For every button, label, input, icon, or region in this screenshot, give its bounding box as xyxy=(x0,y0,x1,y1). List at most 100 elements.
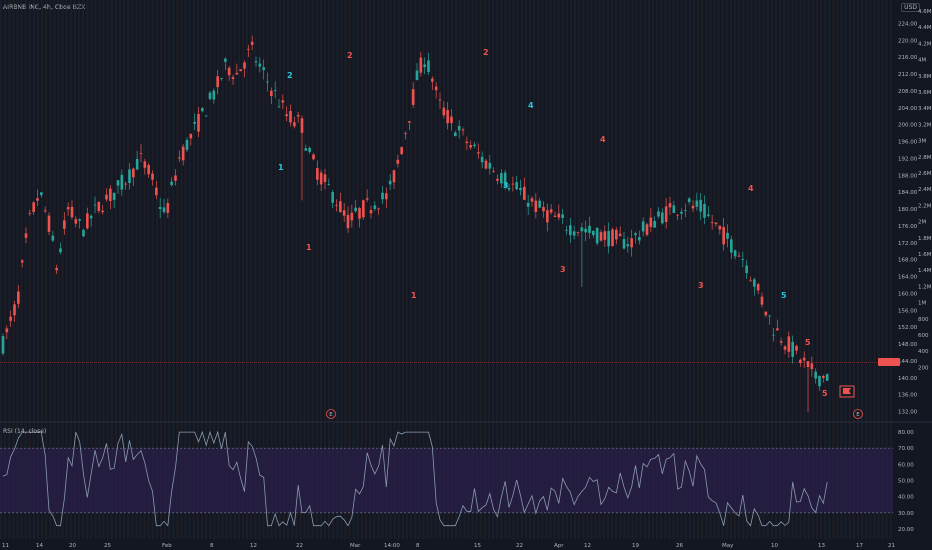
candle-body xyxy=(538,200,541,208)
candle-body xyxy=(120,174,124,190)
candle-body xyxy=(86,213,89,229)
candle-body xyxy=(461,129,465,131)
candle-body xyxy=(105,194,108,200)
candle-body xyxy=(641,221,645,232)
candle-body xyxy=(296,114,300,117)
candle-body xyxy=(718,225,722,230)
candle-body xyxy=(312,154,315,160)
candle-body xyxy=(737,255,741,257)
candle-body xyxy=(599,232,603,241)
price-axis-label: 172.00 xyxy=(898,241,918,247)
candle-body xyxy=(484,160,488,169)
candle-body xyxy=(335,205,338,206)
candle-body xyxy=(730,239,733,253)
price-axis-label: 164.00 xyxy=(898,275,918,281)
time-axis-label: May xyxy=(722,543,734,549)
time-axis-label: Mar xyxy=(350,543,361,549)
candle-body xyxy=(139,153,143,154)
candle-body xyxy=(220,78,223,80)
candle-body xyxy=(189,133,193,139)
wave-label: 4 xyxy=(600,135,606,144)
candle-body xyxy=(415,70,419,81)
candle-body xyxy=(59,248,62,253)
candle-body xyxy=(392,170,396,183)
candle-body xyxy=(354,207,357,212)
candle-body xyxy=(285,114,288,117)
earnings-marker-label: E xyxy=(856,412,860,418)
candle-body xyxy=(726,232,729,239)
candle-body xyxy=(36,198,39,201)
candle-body xyxy=(680,211,683,214)
price-axis-label: 192.00 xyxy=(898,156,918,162)
candle-body xyxy=(676,214,679,216)
volume-axis-label: 4.6M xyxy=(918,9,932,15)
candle-body xyxy=(668,203,672,208)
candle-body xyxy=(446,109,449,124)
candle-body xyxy=(638,237,641,241)
candle-body xyxy=(224,58,227,62)
candle-body xyxy=(166,203,170,213)
candle-body xyxy=(408,121,411,123)
candle-body xyxy=(101,210,104,213)
candle-body xyxy=(687,198,691,203)
candle-body xyxy=(300,118,304,133)
candle-body xyxy=(132,168,135,178)
candle-body xyxy=(557,213,561,218)
candle-body xyxy=(649,217,653,228)
candle-body xyxy=(212,90,216,100)
candle-body xyxy=(565,229,568,231)
candle-body xyxy=(358,207,361,219)
candle-body xyxy=(231,77,235,79)
candle-body xyxy=(607,230,610,247)
price-tag xyxy=(878,358,900,366)
candle-body xyxy=(615,229,618,240)
price-axis-label: 200.00 xyxy=(898,123,918,129)
time-axis-label: 14 xyxy=(36,543,43,549)
candle-body xyxy=(576,232,580,234)
candle-body xyxy=(227,67,231,76)
candle-body xyxy=(373,205,377,209)
candle-body xyxy=(561,214,564,219)
candle-body xyxy=(634,233,637,236)
candle-body xyxy=(707,214,710,216)
wave-label: 3 xyxy=(560,265,566,274)
chart-canvas[interactable]: 224.00220.00216.00212.00208.00204.00200.… xyxy=(0,0,932,550)
candle-body xyxy=(89,215,93,219)
volume-axis-label: 2.8M xyxy=(918,155,932,161)
candle-body xyxy=(66,207,70,210)
wave-label: 5 xyxy=(822,389,828,398)
candle-body xyxy=(760,296,764,305)
candle-body xyxy=(534,200,538,212)
candle-body xyxy=(155,187,158,196)
candle-body xyxy=(818,375,821,387)
candle-body xyxy=(116,180,120,186)
candle-body xyxy=(17,291,20,304)
price-axis-label: 180.00 xyxy=(898,207,918,213)
candle-body xyxy=(293,122,296,127)
volume-axis-label: 400 xyxy=(918,349,929,355)
candle-body xyxy=(519,187,522,191)
volume-axis-label: 800 xyxy=(918,317,929,323)
candle-body xyxy=(32,202,35,213)
candle-body xyxy=(549,209,553,213)
candle-body xyxy=(323,174,327,183)
time-axis-label: 12 xyxy=(584,543,591,549)
candle-body xyxy=(319,172,323,185)
time-axis-label: 19 xyxy=(632,543,639,549)
candle-body xyxy=(342,210,346,216)
candle-body xyxy=(569,225,572,236)
candle-body xyxy=(327,184,331,185)
volume-axis-label: 1.2M xyxy=(918,284,932,290)
candle-body xyxy=(254,61,258,63)
candle-body xyxy=(603,231,607,240)
candle-body xyxy=(331,192,334,203)
volume-axis-label: 1.6M xyxy=(918,252,932,258)
candle-body xyxy=(764,311,768,316)
candle-body xyxy=(247,48,250,50)
candle-body xyxy=(691,205,695,209)
rsi-indicator-label[interactable]: RSI (14, close) xyxy=(3,428,46,435)
wave-label: 4 xyxy=(528,101,534,110)
candle-body xyxy=(381,192,384,200)
price-axis-label: 144.00 xyxy=(898,359,918,365)
candle-body xyxy=(776,328,779,331)
